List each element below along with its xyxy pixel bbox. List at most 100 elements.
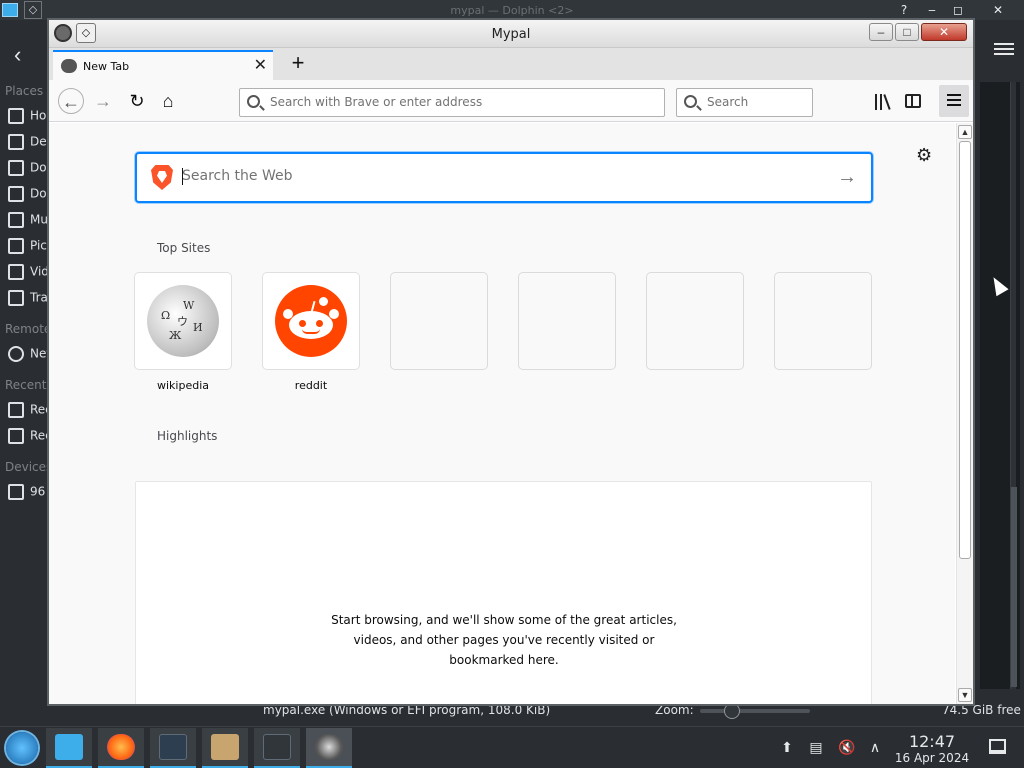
top-site-empty-slot[interactable] bbox=[775, 273, 871, 369]
zoom-slider[interactable] bbox=[700, 709, 810, 713]
places-item-device[interactable]: 96 bbox=[8, 484, 48, 504]
url-input[interactable] bbox=[270, 95, 650, 109]
clipboard-icon[interactable]: ▤ bbox=[808, 739, 824, 755]
top-site-wikipedia[interactable]: Ω W И Ж ウ bbox=[135, 273, 231, 369]
places-item-downloads[interactable]: Downloads bbox=[8, 186, 48, 206]
forward-button[interactable]: → bbox=[90, 88, 116, 114]
recent-locations-icon bbox=[8, 428, 24, 444]
places-item-pictures[interactable]: Pictures bbox=[8, 238, 48, 258]
scroll-up-icon[interactable]: ▲ bbox=[958, 125, 972, 139]
wikipedia-globe-icon: Ω W И Ж ウ bbox=[147, 285, 219, 357]
places-item-desktop[interactable]: Desktop bbox=[8, 134, 48, 154]
minimize-button[interactable]: ‒ bbox=[922, 1, 942, 19]
top-site-label[interactable]: wikipedia bbox=[135, 379, 231, 392]
network-icon bbox=[8, 346, 24, 362]
close-button[interactable]: ✕ bbox=[988, 1, 1008, 19]
search-bar[interactable] bbox=[676, 88, 813, 117]
archive-manager-icon bbox=[211, 734, 239, 760]
dolphin-titlebar: ◇ mypal — Dolphin <2> ? ‒ ◻ ✕ bbox=[0, 0, 1024, 20]
url-bar[interactable] bbox=[239, 88, 665, 117]
mypal-favicon-icon bbox=[61, 59, 77, 73]
task-dolphin[interactable] bbox=[46, 728, 92, 768]
web-search-input[interactable] bbox=[182, 168, 822, 184]
clock-date: 16 Apr 2024 bbox=[894, 751, 970, 765]
highlights-panel: Start browsing, and we'll show some of t… bbox=[135, 481, 872, 704]
close-button[interactable]: ✕ bbox=[921, 23, 967, 41]
search-go-arrow-icon[interactable]: → bbox=[837, 166, 857, 189]
brave-logo-icon bbox=[151, 165, 173, 190]
show-desktop-icon[interactable] bbox=[989, 739, 1006, 754]
home-icon bbox=[8, 108, 24, 124]
mypal-titlebar: ◇ Mypal ‒ □ ✕ bbox=[49, 20, 973, 48]
highlights-heading: Highlights bbox=[157, 429, 218, 443]
konsole-icon bbox=[263, 734, 291, 760]
search-input[interactable] bbox=[707, 95, 807, 109]
scrollbar-thumb[interactable] bbox=[959, 141, 971, 559]
dolphin-scrollbar-thumb[interactable] bbox=[1011, 487, 1017, 687]
scroll-down-icon[interactable]: ▼ bbox=[958, 688, 972, 702]
menu-button[interactable] bbox=[939, 85, 969, 117]
places-item-home[interactable]: Home bbox=[8, 108, 48, 128]
documents-icon bbox=[8, 160, 24, 176]
minimize-button[interactable]: ‒ bbox=[869, 23, 893, 41]
top-site-reddit[interactable] bbox=[263, 273, 359, 369]
volume-muted-icon[interactable]: 🔇 bbox=[838, 739, 855, 755]
dolphin-file-view bbox=[978, 82, 1024, 689]
top-site-empty-slot[interactable] bbox=[519, 273, 615, 369]
top-site-label[interactable]: reddit bbox=[263, 379, 359, 392]
page-scrollbar[interactable]: ▲ ▼ bbox=[956, 123, 973, 704]
text-caret bbox=[182, 168, 183, 185]
navigation-toolbar: ← → ↻ ⌂ bbox=[49, 80, 973, 122]
task-archive-manager[interactable] bbox=[202, 728, 248, 768]
dolphin-back-icon[interactable]: ‹ bbox=[14, 42, 21, 68]
system-settings-icon bbox=[159, 734, 187, 760]
tab-bar: New Tab ✕ + bbox=[49, 48, 973, 80]
task-system-settings[interactable] bbox=[150, 728, 196, 768]
top-site-empty-slot[interactable] bbox=[391, 273, 487, 369]
web-search-box[interactable]: → bbox=[135, 152, 873, 203]
tab-new-tab[interactable]: New Tab ✕ bbox=[53, 50, 273, 80]
places-item-recent-locations[interactable]: Recent Locations bbox=[8, 428, 48, 448]
places-heading: Places bbox=[5, 84, 44, 98]
new-tab-page: ⚙ → Top Sites Ω W И Ж ウ wikipedia bbox=[49, 123, 955, 704]
top-sites-heading: Top Sites bbox=[157, 241, 211, 255]
home-button[interactable]: ⌂ bbox=[155, 88, 181, 114]
task-mypal[interactable] bbox=[306, 728, 352, 768]
dolphin-menu-icon[interactable] bbox=[994, 40, 1014, 60]
clock[interactable]: 12:47 16 Apr 2024 bbox=[893, 732, 971, 765]
new-tab-button[interactable]: + bbox=[285, 50, 311, 76]
help-button[interactable]: ? bbox=[894, 1, 914, 19]
updates-icon[interactable]: ⬆ bbox=[779, 739, 795, 755]
places-item-trash[interactable]: Trash bbox=[8, 290, 48, 310]
tray-expand-icon[interactable]: ∧ bbox=[867, 739, 883, 755]
reddit-logo-icon bbox=[275, 285, 347, 357]
reload-button[interactable]: ↻ bbox=[124, 88, 150, 114]
places-item-recent-files[interactable]: Recent Files bbox=[8, 402, 48, 422]
maximize-button[interactable]: □ bbox=[895, 23, 919, 41]
drive-icon bbox=[8, 484, 24, 500]
tab-close-icon[interactable]: ✕ bbox=[254, 56, 267, 76]
pictures-icon bbox=[8, 238, 24, 254]
library-icon[interactable] bbox=[872, 90, 894, 112]
firefox-icon bbox=[107, 734, 135, 760]
gear-icon[interactable]: ⚙ bbox=[916, 145, 932, 166]
highlights-empty-message: Start browsing, and we'll show some of t… bbox=[331, 613, 677, 667]
search-icon bbox=[684, 95, 697, 108]
task-firefox[interactable] bbox=[98, 728, 144, 768]
dolphin-scrollbar[interactable] bbox=[1010, 82, 1017, 689]
recent-files-icon bbox=[8, 402, 24, 418]
maximize-button[interactable]: ◻ bbox=[948, 1, 968, 19]
task-konsole[interactable] bbox=[254, 728, 300, 768]
remote-heading: Remote bbox=[5, 322, 52, 336]
sidebar-icon[interactable] bbox=[905, 94, 921, 108]
search-icon bbox=[247, 95, 260, 108]
top-site-empty-slot[interactable] bbox=[647, 273, 743, 369]
places-item-videos[interactable]: Videos bbox=[8, 264, 48, 284]
taskbar: ⬆ ▤ 🔇 ∧ 12:47 16 Apr 2024 bbox=[0, 726, 1024, 768]
places-item-music[interactable]: Music bbox=[8, 212, 48, 232]
places-item-network[interactable]: Network bbox=[8, 346, 48, 366]
places-item-documents[interactable]: Documents bbox=[8, 160, 48, 180]
mypal-window: ◇ Mypal ‒ □ ✕ New Tab ✕ + ← → ↻ ⌂ ⚙ bbox=[47, 18, 975, 706]
back-button[interactable]: ← bbox=[58, 88, 84, 114]
start-menu-icon[interactable] bbox=[6, 732, 38, 764]
